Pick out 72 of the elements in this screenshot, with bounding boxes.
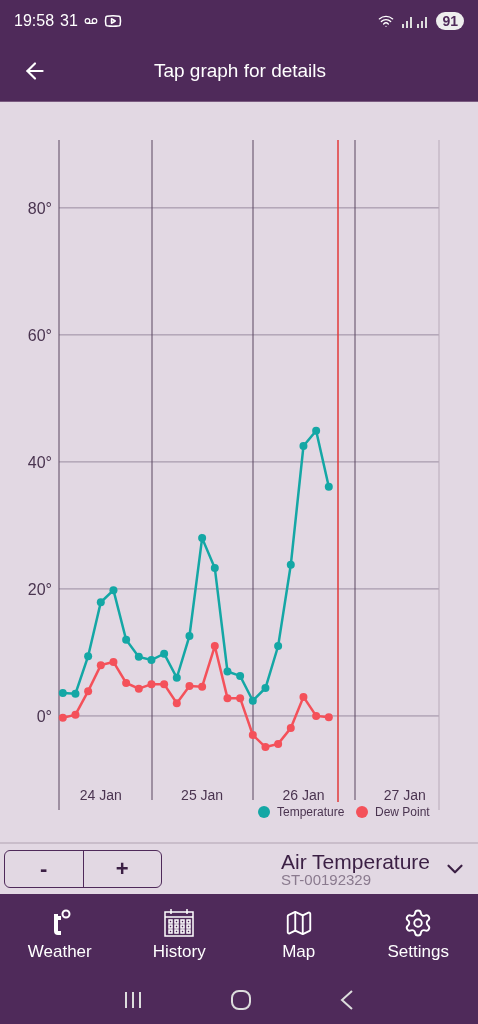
- axis-label: 0°: [36, 708, 52, 726]
- point: [109, 586, 118, 595]
- point: [58, 714, 67, 723]
- date-text: 31: [60, 11, 78, 30]
- point: [96, 661, 105, 670]
- legend-label: Temperature: [277, 805, 345, 820]
- legend-label: Dew Point: [375, 805, 430, 820]
- point: [198, 683, 207, 691]
- point: [147, 656, 156, 665]
- point: [58, 689, 67, 698]
- chart-area[interactable]: 0° 20° 40° 60° 80° 24 Jan 25 Jan 26 Jan 27 Jan Temperature Dew Point: [0, 102, 478, 843]
- axis-label: 80°: [27, 200, 52, 218]
- point: [210, 642, 219, 651]
- zoom-in-button[interactable]: +: [82, 851, 161, 888]
- point: [122, 636, 131, 645]
- calendar-icon: [163, 907, 196, 938]
- sensor-id: ST-00192329: [281, 872, 372, 888]
- point: [134, 653, 143, 662]
- home-icon[interactable]: [231, 989, 251, 1010]
- axis-label: 26 Jan: [282, 787, 325, 804]
- point: [261, 684, 270, 693]
- point: [223, 667, 232, 676]
- point: [299, 693, 308, 702]
- axis-label: 60°: [27, 327, 52, 345]
- point: [172, 674, 181, 683]
- point: [312, 427, 321, 436]
- point: [274, 642, 283, 651]
- point: [71, 689, 80, 698]
- point: [160, 649, 169, 658]
- point: [172, 699, 181, 708]
- point: [248, 696, 257, 705]
- point: [274, 740, 283, 749]
- point: [84, 687, 93, 696]
- axis-label: 20°: [27, 581, 52, 599]
- point: [160, 680, 169, 689]
- recent-apps-icon[interactable]: [124, 990, 143, 1009]
- point: [210, 564, 219, 573]
- nav-tab[interactable]: History: [119, 893, 239, 976]
- axis-label: 27 Jan: [383, 787, 426, 804]
- point: [236, 672, 245, 681]
- point: [261, 743, 270, 752]
- point: [299, 442, 308, 451]
- nav-tab[interactable]: Weather: [0, 893, 120, 976]
- point: [198, 534, 207, 543]
- nav-tab[interactable]: Settings: [358, 893, 478, 976]
- axis-label: 24 Jan: [79, 787, 122, 804]
- point: [248, 731, 257, 740]
- point: [324, 713, 333, 722]
- point: [96, 598, 105, 607]
- zoom-out-button[interactable]: -: [5, 851, 83, 888]
- point: [84, 652, 93, 661]
- point: [286, 724, 295, 733]
- point: [122, 679, 131, 688]
- point: [185, 682, 194, 691]
- point: [312, 712, 321, 721]
- axis-label: 25 Jan: [181, 787, 224, 804]
- sensor-name: Air Temperature: [281, 851, 430, 873]
- clock: 19:58: [14, 11, 55, 30]
- axis-label: 40°: [27, 454, 52, 472]
- point: [236, 694, 245, 703]
- point: [134, 684, 143, 693]
- point: [185, 632, 194, 641]
- back-icon[interactable]: [339, 989, 354, 1010]
- point: [286, 561, 295, 570]
- point: [147, 680, 156, 689]
- point: [109, 658, 118, 667]
- screen-title: Tap graph for details: [152, 60, 328, 83]
- nav-tab[interactable]: Map: [239, 893, 359, 976]
- point: [71, 710, 80, 719]
- point: [223, 694, 232, 703]
- battery-level: 91: [436, 11, 464, 30]
- point: [324, 482, 333, 491]
